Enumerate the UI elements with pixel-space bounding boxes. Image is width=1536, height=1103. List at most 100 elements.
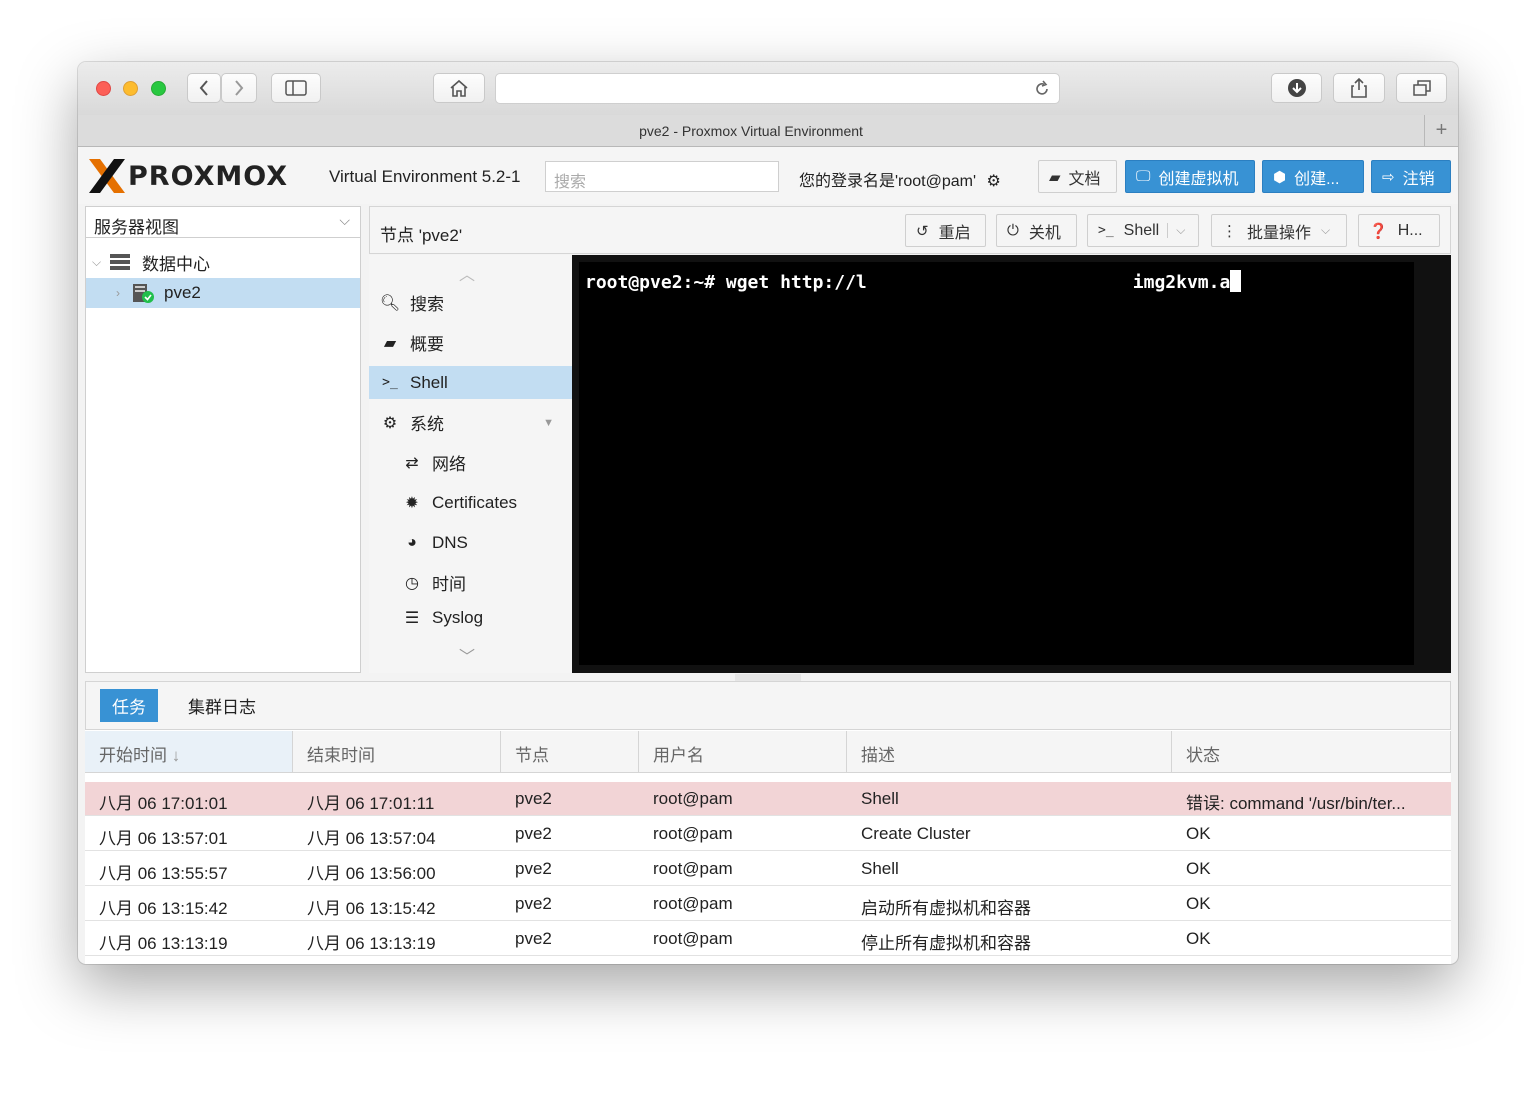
cell-start-time: 八月 06 17:01:01 (99, 794, 228, 813)
nav-item-network[interactable]: ⇄ 网络 (369, 446, 572, 479)
view-selector[interactable]: 服务器视图 ⌵ (86, 207, 360, 238)
nav-item-shell[interactable]: >_ Shell (369, 366, 572, 399)
terminal-screen[interactable]: root@pve2:~# wget http://l img2kvm.a (579, 262, 1414, 665)
nav-item-system[interactable]: ⚙ 系统 ▼ (369, 406, 572, 439)
create-vm-label: 创建虚拟机 (1158, 170, 1239, 188)
nav-item-syslog[interactable]: ☰ Syslog (369, 606, 572, 630)
reload-icon[interactable] (1033, 80, 1051, 98)
address-bar[interactable] (495, 73, 1060, 104)
cube-icon: ⬢ (1273, 168, 1287, 186)
desktop-icon: 🖵 (1136, 168, 1151, 185)
scroll-down-icon[interactable]: ﹀ (459, 643, 475, 667)
tabs-icon (1412, 80, 1431, 96)
task-row[interactable]: 八月 06 17:01:01 八月 06 17:01:11 pve2 root@… (85, 782, 1451, 816)
column-header-start-time[interactable]: 开始时间 ↓ (85, 731, 293, 772)
tree-item-datacenter[interactable]: ⌵ 数据中心 (86, 247, 360, 277)
task-row[interactable]: 八月 06 13:13:19 八月 06 13:13:19 pve2 root@… (85, 922, 1451, 956)
logout-button[interactable]: ⇨ 注销 (1371, 160, 1451, 193)
column-header-status[interactable]: 状态 (1172, 731, 1451, 772)
task-row[interactable]: 八月 06 13:15:42 八月 06 13:15:42 pve2 root@… (85, 887, 1451, 921)
forward-button[interactable] (221, 73, 257, 103)
nav-item-dns[interactable]: ◕ DNS (369, 526, 572, 559)
nav-item-label: 搜索 (410, 295, 444, 314)
reboot-button[interactable]: ↺ 重启 (905, 214, 986, 247)
tabs-overview-button[interactable] (1396, 73, 1447, 103)
cell-description: 启动所有虚拟机和容器 (861, 899, 1031, 918)
browser-toolbar (78, 62, 1458, 116)
chevron-down-icon[interactable]: ⌵ (1167, 223, 1193, 238)
cell-end-time: 八月 06 13:56:00 (307, 864, 436, 883)
minimize-window-button[interactable] (123, 81, 138, 96)
cell-node: pve2 (515, 894, 552, 913)
task-row[interactable]: 八月 06 13:57:01 八月 06 13:57:04 pve2 root@… (85, 817, 1451, 851)
sidebar-toggle-button[interactable] (271, 73, 321, 103)
cell-user: root@pam (653, 824, 733, 843)
cell-node: pve2 (515, 929, 552, 948)
back-button[interactable] (187, 73, 221, 103)
create-vm-button[interactable]: 🖵 创建虚拟机 (1125, 160, 1255, 193)
list-icon: ☰ (404, 610, 420, 627)
docs-button[interactable]: ▰ 文档 (1038, 160, 1117, 193)
cell-description: 停止所有虚拟机和容器 (861, 934, 1031, 953)
downloads-button[interactable] (1271, 73, 1322, 103)
cell-end-time: 八月 06 13:57:04 (307, 829, 436, 848)
cell-node: pve2 (515, 824, 552, 843)
task-row[interactable]: 八月 06 13:55:57 八月 06 13:56:00 pve2 root@… (85, 852, 1451, 886)
browser-tab-bar: pve2 - Proxmox Virtual Environment + (78, 115, 1458, 147)
nav-item-search[interactable]: 🔍︎ 搜索 (369, 286, 572, 319)
column-header-user[interactable]: 用户名 (639, 731, 847, 772)
docs-label: 文档 (1068, 170, 1101, 188)
splitter-handle[interactable] (735, 674, 801, 681)
node-online-icon (133, 284, 154, 303)
tab-cluster-log[interactable]: 集群日志 (176, 689, 268, 722)
nav-item-label: 概要 (410, 335, 444, 354)
create-ct-label: 创建... (1294, 170, 1340, 188)
scroll-up-icon[interactable]: ︿ (459, 261, 475, 285)
nav-item-summary[interactable]: ▰ 概要 (369, 326, 572, 359)
shutdown-label: 关机 (1028, 224, 1061, 242)
nav-item-label: Certificates (432, 492, 518, 512)
column-header-label: 开始时间 (99, 746, 167, 765)
shell-terminal[interactable]: root@pve2:~# wget http://l img2kvm.a (572, 255, 1451, 673)
cell-end-time: 八月 06 17:01:11 (307, 794, 435, 813)
help-button[interactable]: ❓ H... (1358, 214, 1440, 247)
nav-item-certificates[interactable]: ✹ Certificates (369, 486, 572, 519)
sort-desc-icon: ↓ (171, 746, 181, 765)
browser-tab-title[interactable]: pve2 - Proxmox Virtual Environment (78, 123, 1424, 139)
home-button[interactable] (433, 73, 485, 103)
create-ct-button[interactable]: ⬢ 创建... (1262, 160, 1364, 193)
shutdown-button[interactable]: ⏻ 关机 (996, 214, 1077, 247)
cell-description: Create Cluster (861, 824, 971, 843)
gear-icon[interactable]: ⚙ (987, 173, 1001, 190)
cell-start-time: 八月 06 13:57:01 (99, 829, 228, 848)
question-circle-icon: ❓ (1369, 222, 1388, 240)
cell-start-time: 八月 06 13:15:42 (99, 899, 228, 918)
column-header-end-time[interactable]: 结束时间 (293, 731, 501, 772)
expander-icon[interactable]: › (116, 286, 130, 300)
column-header-description[interactable]: 描述 (847, 731, 1172, 772)
exchange-icon: ⇄ (405, 454, 419, 472)
nav-item-label: 网络 (432, 455, 466, 474)
nav-item-time[interactable]: ◷ 时间 (369, 566, 572, 599)
nav-item-label: Shell (410, 372, 448, 392)
zoom-window-button[interactable] (151, 81, 166, 96)
tree-item-pve2[interactable]: › pve2 (86, 278, 360, 308)
close-window-button[interactable] (96, 81, 111, 96)
collapse-caret-icon[interactable]: ▼ (543, 417, 554, 429)
new-tab-button[interactable]: + (1424, 115, 1458, 146)
search-input[interactable]: 搜索 (545, 161, 779, 192)
log-tabs: 任务 集群日志 (85, 681, 1451, 730)
share-button[interactable] (1333, 73, 1385, 103)
shell-split-button[interactable]: >_ Shell ⌵ (1087, 214, 1199, 247)
terminal-command: root@pve2:~# wget http://l (585, 272, 867, 293)
tab-tasks[interactable]: 任务 (100, 689, 158, 722)
expander-icon[interactable]: ⌵ (92, 255, 106, 270)
column-header-node[interactable]: 节点 (501, 731, 639, 772)
chevron-right-icon (235, 80, 244, 96)
version-label: Virtual Environment 5.2-1 (329, 167, 521, 186)
search-icon: 🔍︎ (379, 294, 401, 312)
tree-item-label: 数据中心 (142, 254, 210, 274)
reboot-label: 重启 (938, 224, 971, 242)
bulk-actions-button[interactable]: ⋮ 批量操作 ⌵ (1211, 214, 1347, 247)
cell-start-time: 八月 06 13:13:19 (99, 934, 228, 953)
